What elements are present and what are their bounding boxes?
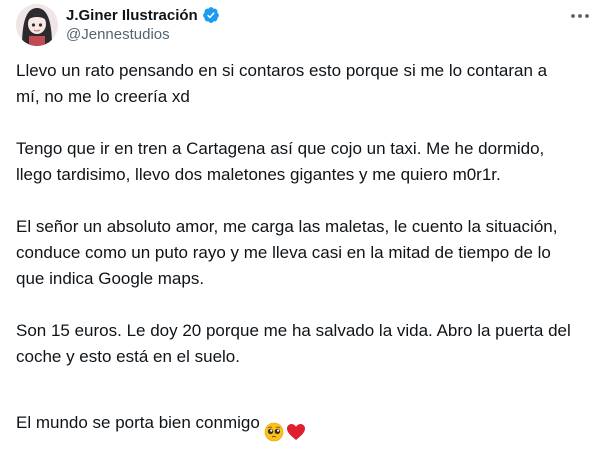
tweet-paragraph-4: Son 15 euros. Le doy 20 porque me ha sal… [16,321,571,366]
tweet-paragraph-5-text: El mundo se porta bien conmigo [16,413,260,432]
display-name[interactable]: J.Giner Ilustración [66,7,198,24]
pleading-face-emoji [264,396,284,450]
more-horizontal-icon [570,6,590,24]
avatar[interactable] [16,4,58,46]
more-options-button[interactable] [567,6,593,24]
tweet-paragraph-5: El mundo se porta bien conmigo [16,396,596,450]
tweet-text: Llevo un rato pensando en si contaros es… [16,58,596,450]
author-handle[interactable]: @Jennestudios [66,26,170,43]
tweet-paragraph-1: Llevo un rato pensando en si contaros es… [16,61,548,106]
tweet-paragraph-2: Tengo que ir en tren a Cartagena así que… [16,139,545,184]
red-heart-emoji [286,396,306,450]
author-name-row[interactable]: J.Giner Ilustración [66,5,220,25]
tweet: J.Giner Ilustración @Jennestudios Llevo … [0,0,599,442]
verified-badge-icon [202,6,220,24]
tweet-paragraph-3: El señor un absoluto amor, me carga las … [16,217,558,288]
